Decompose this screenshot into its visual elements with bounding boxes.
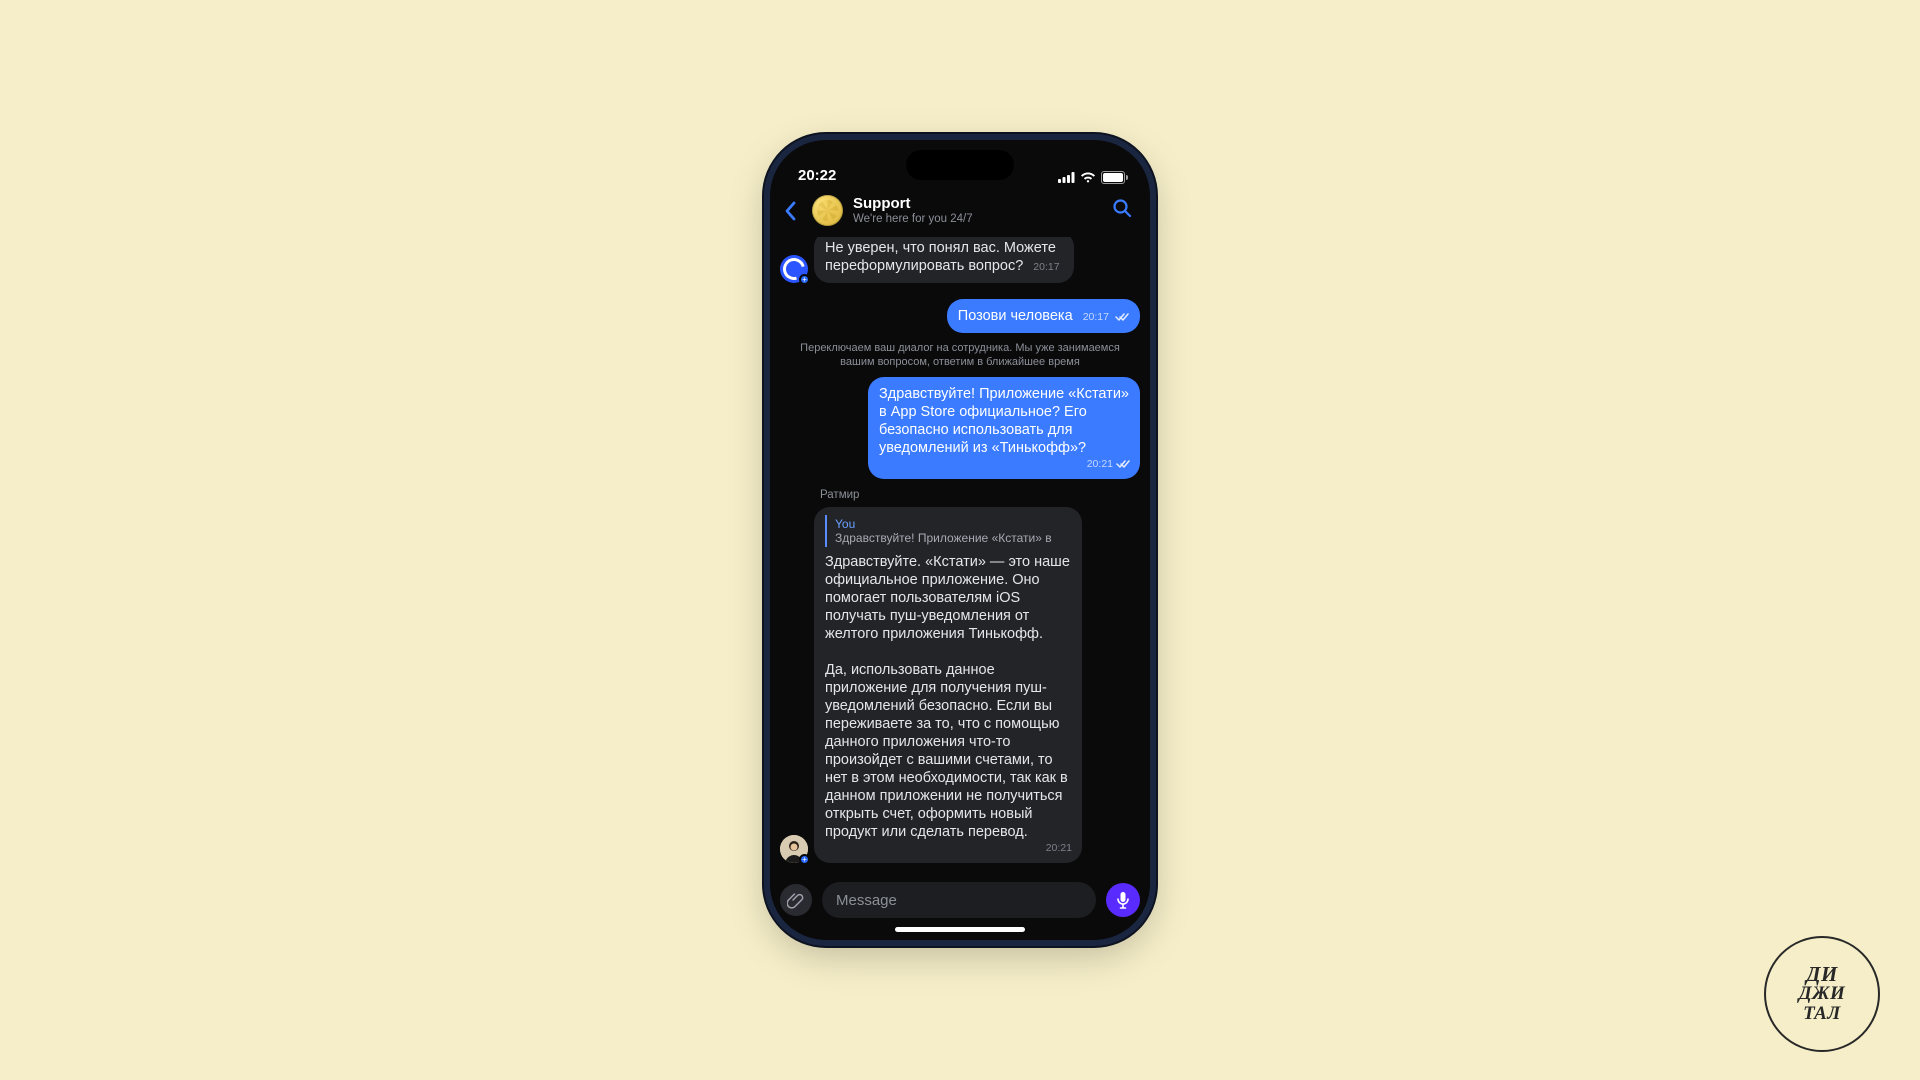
status-time: 20:22 (798, 167, 836, 184)
system-message: Переключаем ваш диалог на сотрудника. Мы… (780, 339, 1140, 371)
phone-device-frame: 20:22 (770, 140, 1150, 940)
incoming-bubble[interactable]: You Здравствуйте! Приложение «Кстати» в … (814, 507, 1082, 863)
status-indicators: 68 (1058, 171, 1128, 184)
message-time: 20:21 (1087, 455, 1113, 473)
reply-quote-author: You (835, 517, 1071, 531)
chat-subtitle: We're here for you 24/7 (853, 212, 1098, 226)
back-button[interactable] (778, 201, 802, 221)
message-row: Здравствуйте! Приложение «Кстати» в App … (780, 377, 1140, 479)
message-input-placeholder: Message (836, 892, 897, 909)
message-row: + You Здравствуйте! Приложение «Кстати» … (780, 507, 1140, 863)
battery-percent: 68 (1108, 173, 1118, 183)
message-text: Не уверен, что понял вас. Можете перефор… (825, 240, 1056, 274)
microphone-icon (1116, 891, 1130, 909)
message-text: Здравствуйте! Приложение «Кстати» в App … (879, 386, 1129, 456)
read-check-icon (1115, 312, 1129, 322)
chat-header-text[interactable]: Support We're here for you 24/7 (853, 195, 1098, 226)
chat-title: Support (853, 195, 1098, 212)
message-time: 20:17 (1033, 261, 1059, 273)
watermark-badge: ДИ ДЖИ ТАЛ (1764, 936, 1880, 1052)
sender-name-label: Ратмир (780, 489, 1140, 501)
attach-button[interactable] (780, 884, 812, 916)
bot-avatar[interactable]: + (780, 255, 808, 283)
battery-indicator: 68 (1101, 171, 1128, 184)
outgoing-bubble[interactable]: Здравствуйте! Приложение «Кстати» в App … (868, 377, 1140, 479)
paperclip-icon (787, 891, 805, 909)
search-icon (1112, 198, 1132, 218)
chat-header: Support We're here for you 24/7 (770, 188, 1150, 237)
message-text: Здравствуйте. «Кстати» — это наше официа… (825, 554, 1070, 840)
watermark-line: ДИ (1799, 964, 1846, 984)
screen: 20:22 (770, 140, 1150, 940)
chevron-left-icon (784, 201, 796, 221)
reply-quote[interactable]: You Здравствуйте! Приложение «Кстати» в (825, 515, 1071, 547)
support-avatar[interactable] (812, 195, 843, 226)
message-row: Позови человека 20:17 (780, 299, 1140, 333)
voice-message-button[interactable] (1106, 883, 1140, 917)
read-check-icon (1116, 459, 1130, 469)
add-contact-icon: + (799, 854, 810, 865)
message-time: 20:17 (1083, 311, 1109, 323)
agent-avatar[interactable]: + (780, 835, 808, 863)
message-time: 20:21 (1046, 839, 1072, 857)
add-contact-icon: + (799, 274, 810, 285)
message-row: + Не уверен, что понял вас. Можете переф… (780, 237, 1140, 283)
message-input[interactable]: Message (822, 882, 1096, 918)
cellular-icon (1058, 172, 1075, 183)
outgoing-bubble[interactable]: Позови человека 20:17 (947, 299, 1140, 333)
message-text: Позови человека (958, 308, 1073, 324)
wifi-icon (1080, 172, 1096, 183)
dynamic-island (906, 150, 1014, 180)
home-indicator[interactable] (895, 927, 1025, 932)
search-button[interactable] (1108, 194, 1136, 227)
watermark-line: ТАЛ (1799, 1004, 1846, 1024)
reply-quote-text: Здравствуйте! Приложение «Кстати» в (835, 531, 1071, 545)
messages-list[interactable]: + Не уверен, что понял вас. Можете переф… (770, 237, 1150, 874)
incoming-bubble[interactable]: Не уверен, что понял вас. Можете перефор… (814, 237, 1074, 283)
watermark-line: ДЖИ (1799, 984, 1846, 1004)
